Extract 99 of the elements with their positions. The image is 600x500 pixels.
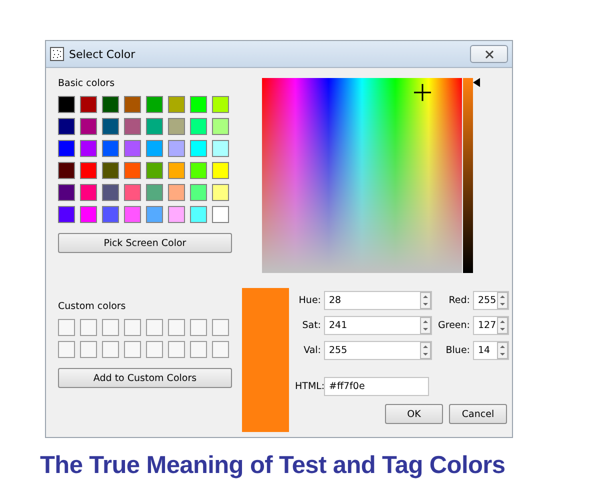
empty-swatch[interactable] (212, 319, 229, 336)
color-swatch[interactable] (190, 162, 207, 179)
color-swatch[interactable] (168, 140, 185, 157)
empty-swatch[interactable] (146, 341, 163, 358)
empty-swatch[interactable] (146, 319, 163, 336)
color-swatch[interactable] (124, 118, 141, 135)
hue-saturation-picker[interactable] (262, 78, 462, 273)
field-label: HTML: (295, 381, 321, 392)
color-swatch[interactable] (190, 206, 207, 223)
dialog-button[interactable]: Cancel (449, 404, 507, 424)
empty-swatch[interactable] (124, 341, 141, 358)
color-swatch[interactable] (80, 96, 97, 113)
color-swatch[interactable] (58, 96, 75, 113)
spin-arrows-icon[interactable] (420, 317, 431, 334)
color-swatch[interactable] (124, 96, 141, 113)
color-swatch[interactable] (102, 118, 119, 135)
spin-arrows-icon[interactable] (420, 342, 431, 359)
add-custom-color-button[interactable]: Add to Custom Colors (58, 368, 232, 388)
dialog-button[interactable]: OK (385, 404, 443, 424)
color-swatch[interactable] (124, 140, 141, 157)
color-swatch[interactable] (80, 162, 97, 179)
color-swatch[interactable] (212, 96, 229, 113)
color-swatch[interactable] (58, 162, 75, 179)
field-label: Sat: (301, 320, 321, 331)
empty-swatch[interactable] (168, 341, 185, 358)
color-swatch[interactable] (124, 206, 141, 223)
color-swatch[interactable] (190, 184, 207, 201)
color-swatch[interactable] (146, 162, 163, 179)
color-swatch[interactable] (102, 96, 119, 113)
color-swatch[interactable] (146, 184, 163, 201)
spin-arrows-icon[interactable] (420, 292, 431, 309)
color-swatch[interactable] (212, 140, 229, 157)
empty-swatch[interactable] (58, 341, 75, 358)
dotted-square-icon (50, 47, 64, 61)
empty-swatch[interactable] (102, 341, 119, 358)
color-swatch[interactable] (190, 118, 207, 135)
empty-swatch[interactable] (190, 341, 207, 358)
color-swatch[interactable] (58, 184, 75, 201)
color-swatch[interactable] (124, 162, 141, 179)
html-input-field[interactable]: #ff7f0e (324, 377, 429, 396)
field-label: Hue: (298, 295, 321, 306)
field-label: Blue: (444, 345, 470, 356)
spin-box[interactable]: 28 (324, 291, 432, 310)
empty-swatch[interactable] (80, 319, 97, 336)
color-swatch[interactable] (212, 162, 229, 179)
empty-swatch[interactable] (212, 341, 229, 358)
value-slider[interactable] (463, 78, 481, 273)
spin-arrows-icon[interactable] (497, 292, 508, 309)
color-swatch[interactable] (146, 140, 163, 157)
color-swatch[interactable] (212, 184, 229, 201)
color-swatch[interactable] (146, 118, 163, 135)
section-label: Custom colors (58, 301, 127, 312)
empty-swatch[interactable] (190, 319, 207, 336)
spin-arrows-icon[interactable] (497, 342, 508, 359)
color-swatch[interactable] (58, 140, 75, 157)
pick-screen-color-button[interactable]: Pick Screen Color (58, 233, 232, 253)
color-swatch[interactable] (168, 162, 185, 179)
color-swatch[interactable] (58, 118, 75, 135)
color-swatch[interactable] (168, 184, 185, 201)
section-label: Basic colors (58, 78, 116, 89)
close-icon (484, 50, 494, 58)
spin-box[interactable]: 14 (473, 341, 509, 360)
color-swatch[interactable] (102, 140, 119, 157)
spin-box[interactable]: 241 (324, 316, 432, 335)
spin-arrows-icon[interactable] (497, 317, 508, 334)
field-label: Green: (438, 320, 470, 331)
color-swatch[interactable] (80, 140, 97, 157)
empty-swatch[interactable] (80, 341, 97, 358)
caption-heading: The True Meaning of Test and Tag Colors (40, 452, 506, 480)
window-title: Select Color (69, 48, 136, 60)
color-swatch[interactable] (102, 184, 119, 201)
color-swatch[interactable] (80, 184, 97, 201)
color-swatch[interactable] (80, 118, 97, 135)
empty-swatch[interactable] (168, 319, 185, 336)
color-swatch[interactable] (102, 206, 119, 223)
spin-box[interactable]: 255 (473, 291, 509, 310)
spin-box[interactable]: 255 (324, 341, 432, 360)
color-swatch[interactable] (102, 162, 119, 179)
empty-swatch[interactable] (58, 319, 75, 336)
color-swatch[interactable] (212, 118, 229, 135)
color-swatch[interactable] (168, 96, 185, 113)
color-swatch[interactable] (146, 96, 163, 113)
spin-box[interactable]: 127 (473, 316, 509, 335)
close-button[interactable] (470, 45, 508, 63)
color-swatch[interactable] (146, 206, 163, 223)
empty-swatch[interactable] (124, 319, 141, 336)
color-swatch[interactable] (190, 140, 207, 157)
empty-swatch[interactable] (102, 319, 119, 336)
color-swatch[interactable] (168, 206, 185, 223)
color-swatch[interactable] (80, 206, 97, 223)
field-label: Val: (302, 345, 321, 356)
color-swatch[interactable] (124, 184, 141, 201)
color-swatch[interactable] (190, 96, 207, 113)
field-label: Red: (448, 295, 470, 306)
crosshair-icon (414, 84, 432, 101)
color-swatch[interactable] (58, 206, 75, 223)
color-swatch[interactable] (168, 118, 185, 135)
color-swatch[interactable] (212, 206, 229, 223)
slider-thumb[interactable] (473, 78, 480, 87)
